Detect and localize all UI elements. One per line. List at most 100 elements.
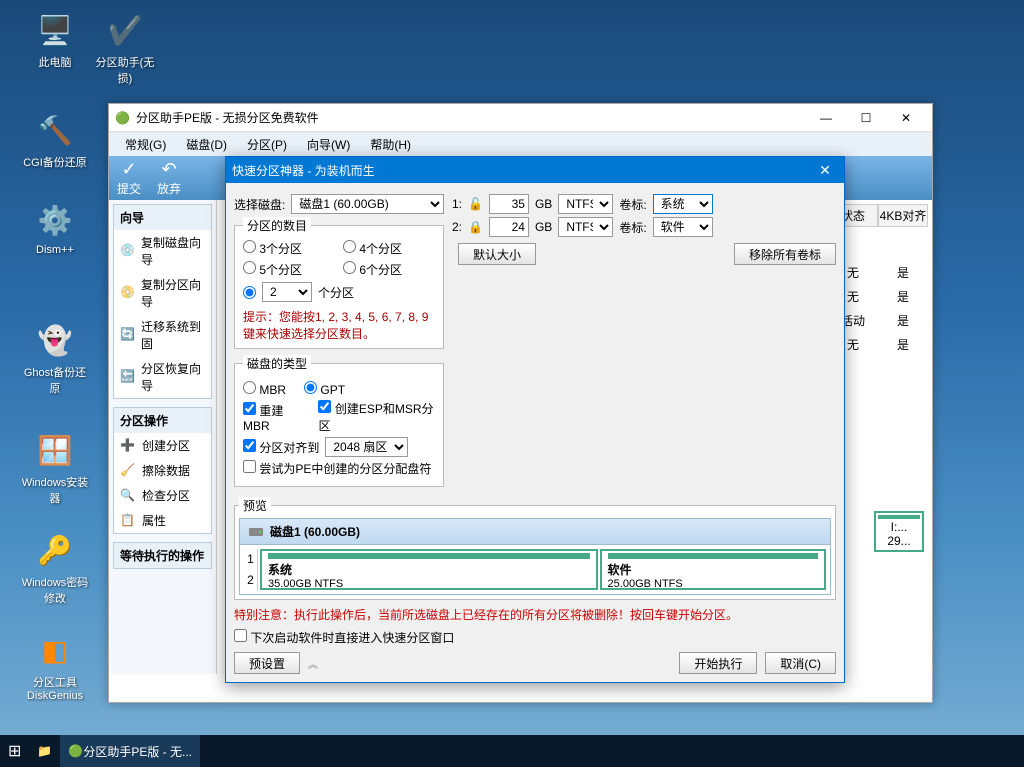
disk-type-fieldset: 磁盘的类型 MBR GPT 重建MBR 创建ESP和MSR分区 分区对齐到 20… bbox=[234, 355, 444, 487]
taskbar: ⊞ 📁 🟢分区助手PE版 - 无... bbox=[0, 735, 1024, 767]
type-legend: 磁盘的类型 bbox=[243, 355, 311, 372]
align-select[interactable]: 2048 扇区 bbox=[325, 437, 408, 457]
partition-count-fieldset: 分区的数目 3个分区 4个分区 5个分区 6个分区 2 个分区 提示：您能按1,… bbox=[234, 217, 444, 349]
sidebar-label: 迁移系统到固 bbox=[141, 318, 205, 352]
menu-disk[interactable]: 磁盘(D) bbox=[176, 134, 237, 155]
desktop-icon-winpwd[interactable]: 🔑Windows密码修改 bbox=[20, 530, 90, 606]
wipe-icon: 🧹 bbox=[120, 463, 136, 479]
preview-fieldset: 预览 磁盘1 (60.00GB) 12 系统 35.00GB NTFS 软件 2… bbox=[234, 497, 836, 600]
recover-icon: 🔙 bbox=[120, 369, 135, 385]
sidebar-label: 擦除数据 bbox=[142, 462, 190, 479]
desktop-icon-cgi[interactable]: 🔨CGI备份还原 bbox=[20, 110, 90, 170]
disk-icon bbox=[248, 524, 264, 540]
preset-button[interactable]: 预设置 bbox=[234, 652, 300, 674]
preview-body: 12 系统 35.00GB NTFS 软件 25.00GB NTFS bbox=[239, 545, 831, 595]
warning-text: 特别注意：执行此操作后，当前所选磁盘上已经存在的所有分区将被删除！按回车键开始分… bbox=[234, 606, 836, 623]
lock-icon[interactable]: 🔒 bbox=[468, 220, 483, 234]
desktop-label: Windows密码修改 bbox=[20, 574, 90, 606]
panel-partition-ops: 分区操作 ➕创建分区 🧹擦除数据 🔍检查分区 📋属性 bbox=[113, 407, 212, 534]
desktop-label: Ghost备份还原 bbox=[20, 364, 90, 396]
menu-general[interactable]: 常规(G) bbox=[115, 134, 176, 155]
desktop-icon-this-pc[interactable]: 🖥️此电脑 bbox=[20, 10, 90, 70]
cb-align[interactable]: 分区对齐到 bbox=[243, 439, 319, 456]
vol-select-2[interactable]: 软件 bbox=[653, 217, 713, 237]
properties-icon: 📋 bbox=[120, 513, 136, 529]
menu-help[interactable]: 帮助(H) bbox=[360, 134, 421, 155]
right-disk-block[interactable]: I:...29... bbox=[874, 511, 924, 554]
sidebar-label: 创建分区 bbox=[142, 437, 190, 454]
desktop-label: Dism++ bbox=[20, 244, 90, 256]
sidebar-item-recover[interactable]: 🔙分区恢复向导 bbox=[114, 356, 211, 398]
chevron-icon[interactable]: ︽ bbox=[308, 656, 318, 671]
sidebar-item-properties[interactable]: 📋 属性 bbox=[114, 508, 211, 533]
vol-select-1[interactable]: 系统 bbox=[653, 194, 713, 214]
part-index: 1: bbox=[452, 197, 462, 211]
radio-custom[interactable]: 2 个分区 bbox=[243, 282, 435, 302]
cb-esp-msr[interactable]: 创建ESP和MSR分区 bbox=[318, 400, 435, 434]
dialog-close-button[interactable]: ✕ bbox=[812, 157, 838, 183]
sidebar-item-copy-partition[interactable]: 📀复制分区向导 bbox=[114, 272, 211, 314]
remove-labels-button[interactable]: 移除所有卷标 bbox=[734, 243, 836, 265]
select-disk-dropdown[interactable]: 磁盘1 (60.00GB) bbox=[291, 194, 444, 214]
start-button[interactable]: 开始执行 bbox=[679, 652, 757, 674]
btn-label: 提交 bbox=[117, 180, 141, 197]
radio-4[interactable]: 4个分区 bbox=[343, 240, 435, 257]
lock-icon[interactable]: 🔓 bbox=[468, 197, 483, 211]
sidebar-item-copy-disk[interactable]: 💿复制磁盘向导 bbox=[114, 230, 211, 272]
maximize-button[interactable]: ☐ bbox=[846, 104, 886, 132]
menu-wizard[interactable]: 向导(W) bbox=[297, 134, 360, 155]
desktop-icon-ghost[interactable]: 👻Ghost备份还原 bbox=[20, 320, 90, 396]
col-4kb[interactable]: 4KB对齐 bbox=[878, 204, 928, 227]
desktop-icon-dism[interactable]: ⚙️ Dism++ bbox=[20, 200, 90, 256]
cb-rebuild-mbr[interactable]: 重建MBR bbox=[243, 402, 304, 433]
fs-select-1[interactable]: NTFS bbox=[558, 194, 613, 214]
main-titlebar[interactable]: 🟢 分区助手PE版 - 无损分区免费软件 — ☐ ✕ bbox=[109, 104, 932, 132]
desktop-icon-wininstall[interactable]: 🪟 Windows安装器 bbox=[20, 430, 90, 506]
size-input-1[interactable] bbox=[489, 194, 529, 214]
gear-icon: ⚙️ bbox=[35, 200, 75, 240]
sidebar-item-wipe[interactable]: 🧹 擦除数据 bbox=[114, 458, 211, 483]
sidebar-item-create[interactable]: ➕创建分区 bbox=[114, 433, 211, 458]
sidebar-label: 复制分区向导 bbox=[141, 276, 205, 310]
explorer-button[interactable]: 📁 bbox=[29, 735, 60, 767]
cancel-button[interactable]: 取消(C) bbox=[765, 652, 836, 674]
sidebar-item-migrate[interactable]: 🔄 迁移系统到固 bbox=[114, 314, 211, 356]
discard-button[interactable]: ↶放弃 bbox=[157, 159, 181, 197]
hint-text: 提示：您能按1, 2, 3, 4, 5, 6, 7, 8, 9键来快速选择分区数… bbox=[243, 308, 435, 342]
preview-part-1[interactable]: 系统 35.00GB NTFS bbox=[260, 549, 598, 590]
menu-partition[interactable]: 分区(P) bbox=[237, 134, 297, 155]
sidebar-item-check[interactable]: 🔍检查分区 bbox=[114, 483, 211, 508]
size-input-2[interactable] bbox=[489, 217, 529, 237]
desktop-icon-partassist[interactable]: ✔️分区助手(无损) bbox=[90, 10, 160, 86]
custom-count-select[interactable]: 2 bbox=[262, 282, 312, 302]
minimize-button[interactable]: — bbox=[806, 104, 846, 132]
desktop-label: Windows安装器 bbox=[20, 474, 90, 506]
desktop-label: CGI备份还原 bbox=[20, 154, 90, 170]
partition-row-1: 1: 🔓 GB NTFS 卷标: 系统 bbox=[452, 194, 836, 214]
preview-disk-header: 磁盘1 (60.00GB) bbox=[239, 518, 831, 545]
dialog-titlebar[interactable]: 快速分区神器 - 为装机而生 ✕ bbox=[226, 157, 844, 183]
desktop-icon-diskgenius[interactable]: ◧分区工具DiskGenius bbox=[20, 630, 90, 702]
migrate-icon: 🔄 bbox=[120, 327, 135, 343]
cb-pe-assign[interactable]: 尝试为PE中创建的分区分配盘符 bbox=[243, 460, 431, 477]
taskbar-app[interactable]: 🟢分区助手PE版 - 无... bbox=[60, 735, 200, 767]
radio-3[interactable]: 3个分区 bbox=[243, 240, 335, 257]
check-partition-icon: 🔍 bbox=[120, 488, 136, 504]
radio-gpt[interactable]: GPT bbox=[304, 381, 345, 397]
cb-next-start[interactable]: 下次启动软件时直接进入快速分区窗口 bbox=[234, 631, 454, 645]
radio-6[interactable]: 6个分区 bbox=[343, 261, 435, 278]
apply-button[interactable]: ✓提交 bbox=[117, 159, 141, 197]
panel-wizard: 向导 💿复制磁盘向导 📀复制分区向导 🔄迁移系统到固 🔙分区恢复向导 bbox=[113, 204, 212, 399]
default-size-button[interactable]: 默认大小 bbox=[458, 243, 536, 265]
radio-mbr[interactable]: MBR bbox=[243, 381, 286, 397]
app-icon: 🟢 bbox=[115, 111, 130, 125]
preview-part-2[interactable]: 软件 25.00GB NTFS bbox=[600, 549, 826, 590]
windows-icon: 🪟 bbox=[35, 430, 75, 470]
dialog-title: 快速分区神器 - 为装机而生 bbox=[232, 162, 812, 179]
fs-select-2[interactable]: NTFS bbox=[558, 217, 613, 237]
start-button[interactable]: ⊞ bbox=[0, 735, 29, 767]
sidebar-label: 属性 bbox=[142, 512, 166, 529]
radio-5[interactable]: 5个分区 bbox=[243, 261, 335, 278]
close-button[interactable]: ✕ bbox=[886, 104, 926, 132]
quick-partition-dialog: 快速分区神器 - 为装机而生 ✕ 选择磁盘: 磁盘1 (60.00GB) 分区的… bbox=[225, 156, 845, 683]
